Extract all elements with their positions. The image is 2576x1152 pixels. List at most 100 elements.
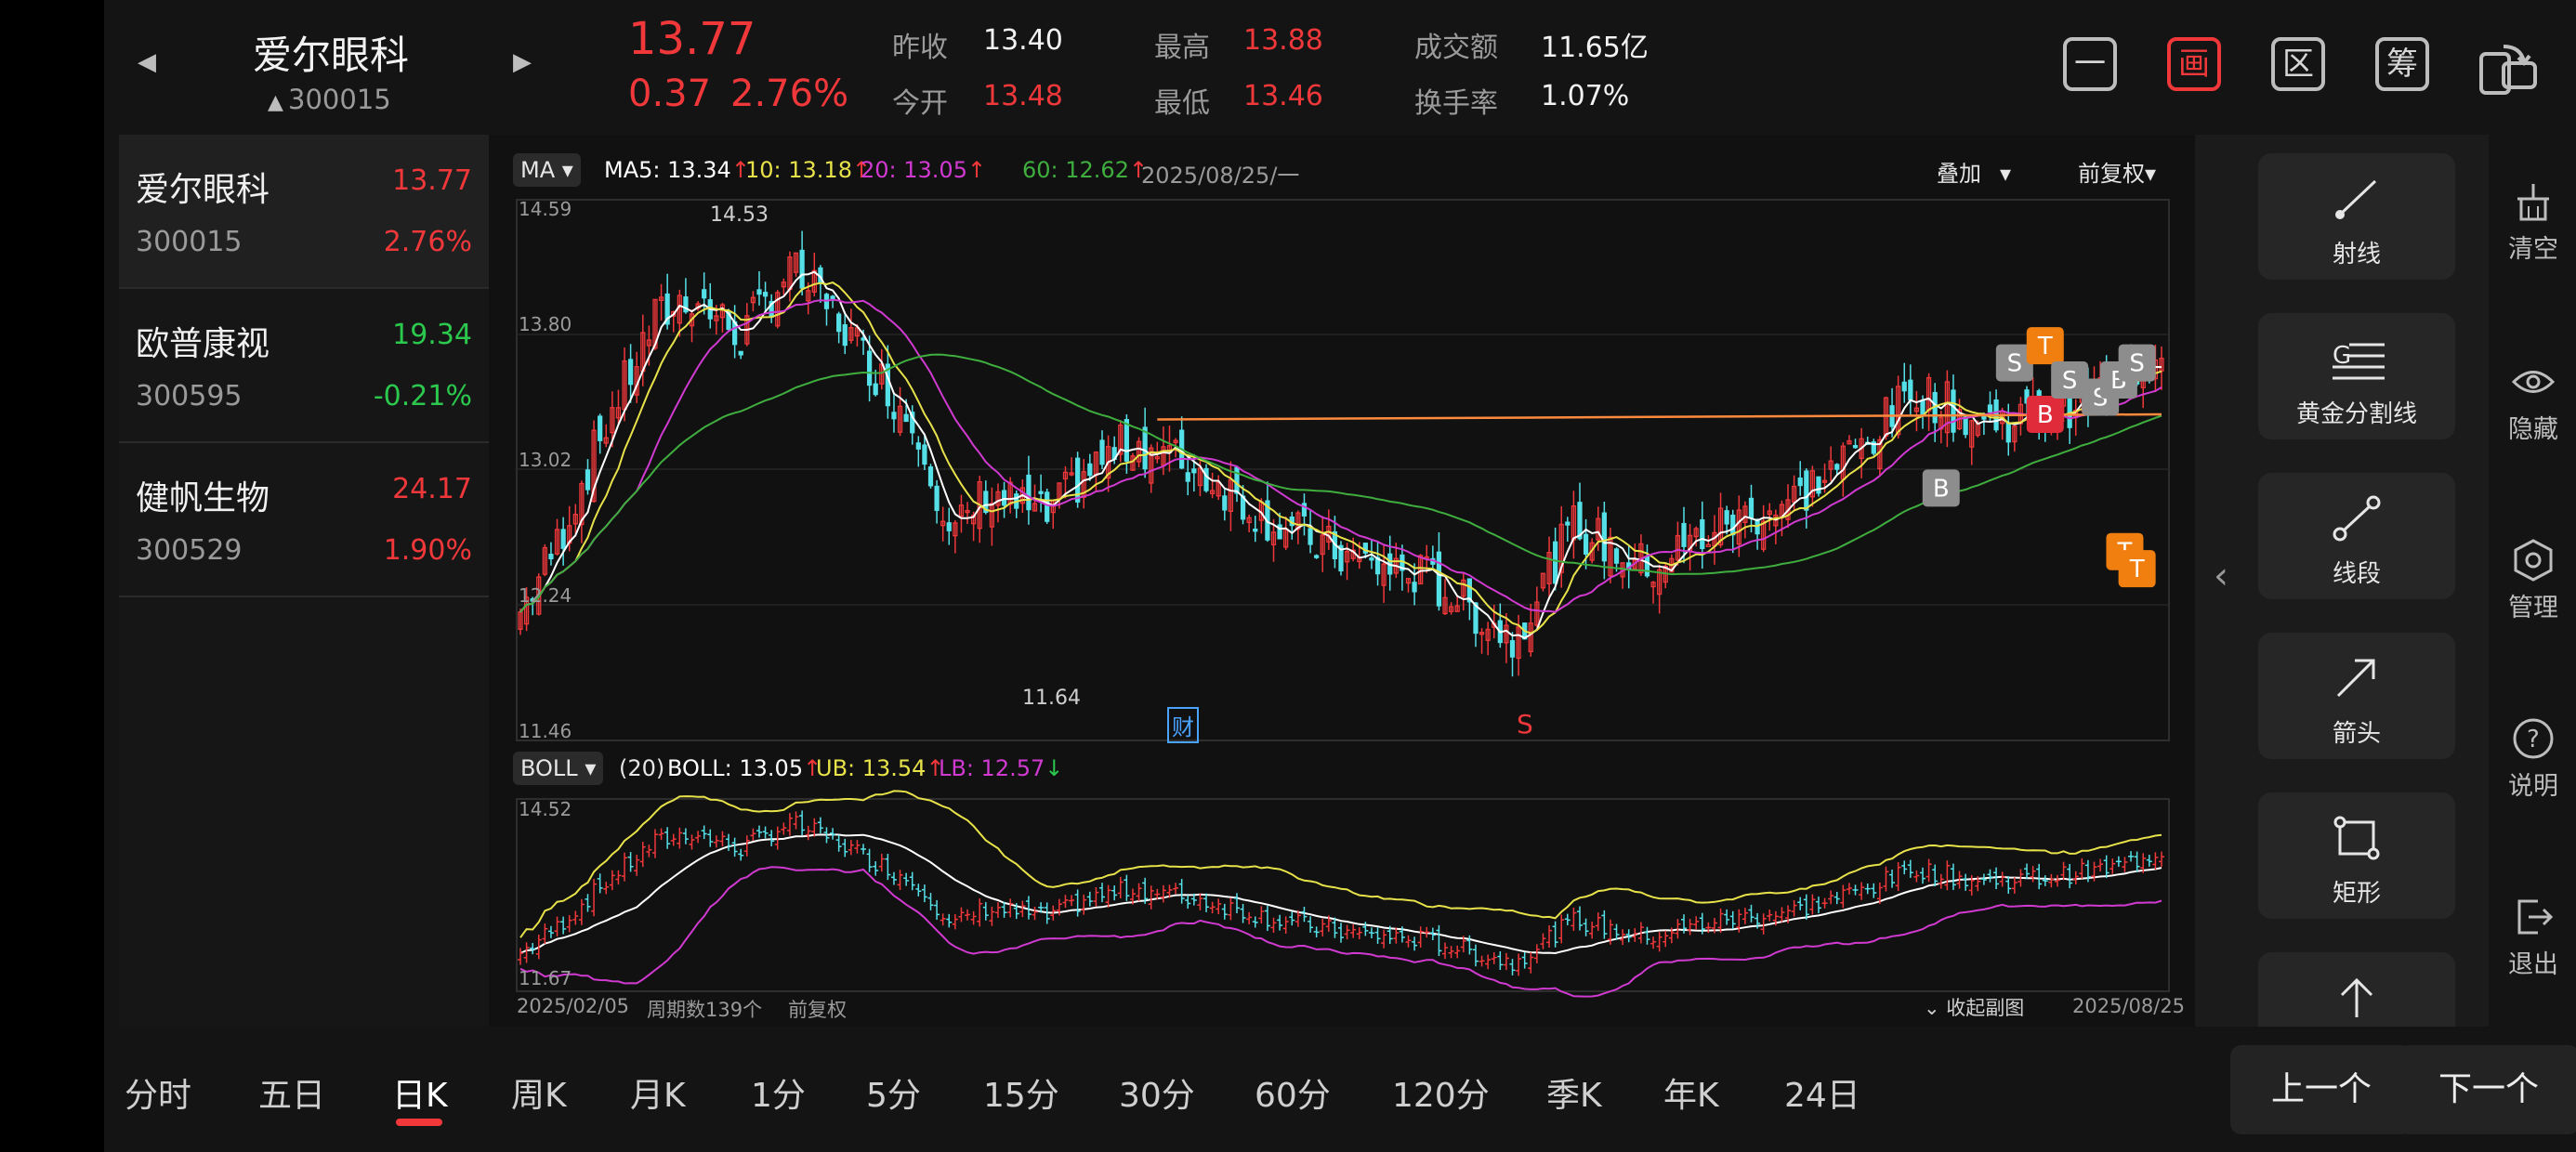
collapse-button[interactable]: 一: [2063, 37, 2117, 91]
watchlist-item-price: 24.17: [392, 473, 472, 505]
trade-signal-label: B: [2037, 401, 2054, 429]
candle-body: [1981, 415, 1987, 420]
tab-24-day[interactable]: 24日: [1784, 1068, 1860, 1117]
next-stock-nav-button[interactable]: 下一个: [2398, 1045, 2576, 1134]
tab-30min[interactable]: 30分: [1119, 1068, 1195, 1117]
adjust-select[interactable]: 前复权▾: [2078, 155, 2156, 188]
prev-close-label: 昨收: [892, 32, 948, 64]
candle-body: [927, 466, 934, 487]
trade-signal-label: T: [2037, 333, 2053, 360]
trade-signal-label: B: [1933, 475, 1950, 503]
axis-label: 12.24: [519, 584, 572, 607]
candle-body: [1700, 518, 1705, 550]
tab-15min[interactable]: 15分: [983, 1068, 1059, 1117]
candle-body: [738, 350, 743, 356]
collapse-tools-icon[interactable]: ‹: [2214, 555, 2228, 597]
candle-body: [1124, 419, 1129, 462]
candle-body: [1369, 557, 1374, 561]
low-label: 最低: [1154, 87, 1210, 120]
tab-1min[interactable]: 1分: [751, 1068, 806, 1117]
tab-120min[interactable]: 120分: [1392, 1068, 1490, 1117]
ray-tool-button[interactable]: 射线: [2258, 153, 2455, 280]
collapse-subchart-button[interactable]: ⌄ 收起副图: [1924, 993, 2024, 1021]
tab-5min[interactable]: 5分: [866, 1068, 921, 1117]
watchlist-item-name: 健帆生物: [136, 479, 270, 517]
ma60-legend: 60: 12.62↑: [1022, 157, 1148, 183]
watchlist-item[interactable]: 爱尔眼科 300015 13.77 2.76%: [119, 135, 489, 289]
low-value: 13.46: [1243, 80, 1323, 112]
stock-name: 爱尔眼科: [253, 33, 410, 78]
candle-body: [922, 444, 927, 465]
kline-chart-area[interactable]: BSTBSSBSTT MA ▾ MA5: 13.34↑ 10: 13.18↑ 2…: [489, 135, 2195, 1027]
candle-body: [946, 522, 952, 531]
side-action-label: 清空: [2508, 235, 2558, 264]
manage-button[interactable]: 管理: [2491, 537, 2576, 623]
tab-weekly-k[interactable]: 周K: [511, 1068, 567, 1117]
tab-yearly-k[interactable]: 年K: [1663, 1068, 1719, 1117]
horizontal-trend-line: [1157, 412, 2162, 421]
watchlist-item-name: 爱尔眼科: [136, 171, 270, 209]
ma5-line: [519, 270, 2162, 639]
tab-quarterly-k[interactable]: 季K: [1546, 1068, 1602, 1117]
candle-body: [1203, 467, 1209, 491]
kline-chart-svg[interactable]: BSTBSSBSTT: [489, 135, 2195, 1027]
scroll-up-button[interactable]: [2258, 952, 2455, 1027]
axis-label: 14.59: [519, 198, 572, 220]
candle-body: [1185, 472, 1190, 482]
chips-button[interactable]: 筹: [2375, 37, 2429, 91]
draw-button[interactable]: 画: [2167, 37, 2221, 91]
candle-body: [1087, 463, 1093, 477]
watchlist-item[interactable]: 欧普康视 300595 19.34 -0.21%: [119, 289, 489, 443]
candle-body: [1234, 466, 1240, 494]
side-action-label: 说明: [2508, 772, 2558, 801]
candle-body: [836, 313, 842, 333]
candle-body: [1804, 470, 1809, 511]
candle-body: [1553, 541, 1558, 584]
turnover-value: 11.65亿: [1541, 32, 1649, 64]
candle-body: [915, 442, 921, 450]
sub-indicator-label: BOLL: [520, 755, 578, 781]
prev-close-value: 13.40: [983, 24, 1063, 57]
previous-stock-button[interactable]: 上一个: [2230, 1045, 2412, 1134]
up-arrow-icon: [2340, 977, 2373, 1017]
sub-indicator-select[interactable]: BOLL ▾: [513, 752, 604, 785]
prev-stock-button[interactable]: ◀: [138, 48, 156, 76]
golden-section-icon: G: [2333, 342, 2385, 380]
sell-signal-mark[interactable]: S: [1517, 709, 1533, 740]
rotate-screen-icon[interactable]: [2476, 33, 2541, 98]
ub-legend: UB: 13.54↑: [816, 755, 945, 781]
financial-report-mark[interactable]: 财: [1167, 707, 1199, 743]
candle-body: [861, 337, 866, 341]
candle-body: [1583, 533, 1589, 555]
exit-button[interactable]: 退出: [2491, 894, 2576, 980]
trade-signal-label: T: [2129, 556, 2145, 583]
cursor-date: 2025/08/25/一: [1141, 163, 1300, 189]
candle-body: [1412, 582, 1417, 593]
hide-button[interactable]: 隐藏: [2491, 359, 2576, 445]
candle-body: [1834, 464, 1840, 470]
candle-body: [1908, 379, 1913, 401]
tab-daily-k[interactable]: 日K: [392, 1068, 448, 1117]
overlay-select[interactable]: 叠加 ▾: [1937, 155, 2011, 188]
segment-tool-button[interactable]: 线段: [2258, 473, 2455, 599]
tab-60min[interactable]: 60分: [1255, 1068, 1331, 1117]
next-stock-button[interactable]: ▶: [513, 48, 532, 76]
boll-legend: BOLL: 13.05↑: [667, 755, 821, 781]
arrow-tool-button[interactable]: 箭头: [2258, 633, 2455, 759]
boll-period: (20): [619, 755, 665, 781]
candle-body: [1797, 478, 1803, 487]
main-indicator-select[interactable]: MA ▾: [513, 153, 581, 187]
watchlist-item[interactable]: 健帆生物 300529 24.17 1.90%: [119, 443, 489, 597]
rectangle-tool-button[interactable]: 矩形: [2258, 792, 2455, 919]
range-button[interactable]: 区: [2271, 37, 2325, 91]
tab-monthly-k[interactable]: 月K: [630, 1068, 686, 1117]
clear-button[interactable]: 清空: [2491, 178, 2576, 265]
help-button[interactable]: ? 说明: [2491, 715, 2576, 802]
open-label: 今开: [892, 87, 948, 120]
golden-section-tool-button[interactable]: G 黄金分割线: [2258, 313, 2455, 439]
tool-label: 射线: [2332, 241, 2381, 268]
side-action-label: 退出: [2508, 950, 2558, 979]
up-arrow-icon: ↑: [966, 157, 987, 183]
tab-intraday[interactable]: 分时: [125, 1068, 191, 1117]
tab-five-day[interactable]: 五日: [258, 1068, 325, 1117]
